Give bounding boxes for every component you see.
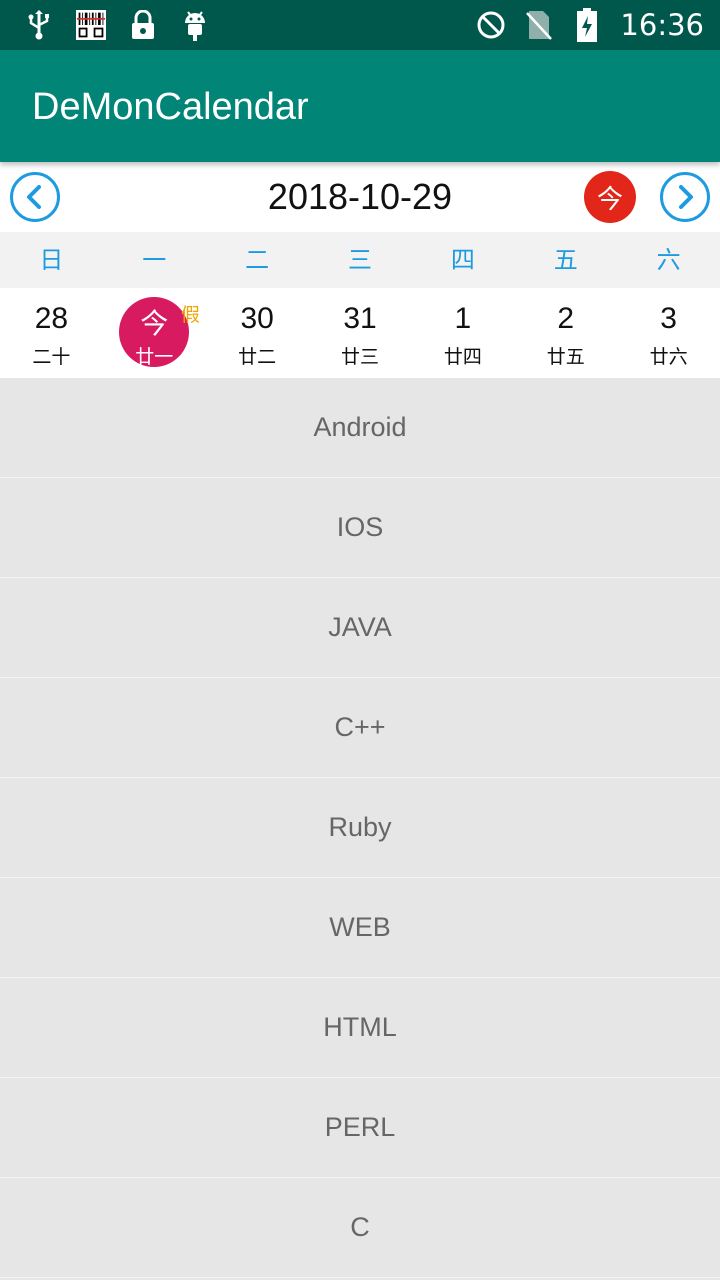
day-number: 28: [34, 302, 69, 335]
lunar-date: 廿六: [649, 346, 688, 368]
status-left-icons: [24, 8, 210, 42]
list-item[interactable]: C++: [0, 678, 720, 778]
do-not-disturb-icon: [476, 10, 506, 40]
lunar-date: 廿一: [135, 346, 174, 368]
day-number: 1: [454, 302, 472, 335]
lock-icon: [128, 10, 158, 40]
list-item[interactable]: Ruby: [0, 778, 720, 878]
day-cell[interactable]: 30 廿二: [206, 288, 309, 378]
list-item[interactable]: HTML: [0, 978, 720, 1078]
day-cell[interactable]: 31 廿三: [309, 288, 412, 378]
status-bar: 16:36: [0, 0, 720, 50]
weekday-label: 四: [450, 246, 475, 274]
list-item[interactable]: C: [0, 1178, 720, 1278]
days-row: 28 二十 今 廿一 假 30 廿二 31 廿三 1 廿四 2 廿五 3 廿六: [0, 288, 720, 378]
day-cell[interactable]: 2 廿五: [514, 288, 617, 378]
calendar-header: 2018-10-29 今: [0, 162, 720, 232]
status-right-icons: 16:36: [476, 8, 704, 42]
next-week-button[interactable]: [660, 172, 710, 222]
today-button[interactable]: 今: [584, 171, 636, 223]
lunar-date: 廿三: [341, 346, 380, 368]
day-number: 2: [557, 302, 575, 335]
weekday-row: 日 一 二 三 四 五 六: [0, 232, 720, 288]
day-number: 30: [240, 302, 274, 335]
list-item[interactable]: IOS: [0, 478, 720, 578]
battery-charging-icon: [572, 8, 602, 42]
language-list[interactable]: Android IOS JAVA C++ Ruby WEB HTML PERL …: [0, 378, 720, 1280]
weekday-label: 六: [656, 246, 681, 274]
day-cell[interactable]: 1 廿四: [411, 288, 514, 378]
lunar-date: 二十: [32, 346, 71, 368]
weekday-label: 五: [553, 246, 578, 274]
list-item[interactable]: WEB: [0, 878, 720, 978]
list-item[interactable]: JAVA: [0, 578, 720, 678]
day-number: 31: [343, 302, 377, 335]
weekday-label: 三: [348, 246, 372, 274]
weekday-label: 一: [142, 246, 167, 274]
android-icon: [180, 10, 210, 41]
app-title: DeMonCalendar: [32, 86, 309, 128]
list-item[interactable]: Android: [0, 378, 720, 478]
usb-icon: [24, 10, 54, 40]
day-cell-selected[interactable]: 今 廿一 假: [103, 288, 206, 378]
app-bar: DeMonCalendar: [0, 50, 720, 162]
lunar-date: 廿四: [443, 346, 482, 368]
chevron-right-icon: [679, 185, 693, 209]
day-number: 3: [660, 302, 677, 335]
holiday-mark: 假: [180, 304, 200, 326]
day-cell[interactable]: 3 廿六: [617, 288, 720, 378]
no-sim-icon: [524, 10, 554, 40]
list-item[interactable]: PERL: [0, 1078, 720, 1178]
lunar-date: 廿二: [238, 346, 277, 368]
weekday-label: 日: [39, 246, 64, 274]
lunar-date: 廿五: [546, 346, 585, 368]
weekday-label: 二: [245, 246, 270, 274]
status-time: 16:36: [620, 8, 704, 42]
barcode-icon: [76, 10, 106, 40]
day-cell[interactable]: 28 二十: [0, 288, 103, 378]
